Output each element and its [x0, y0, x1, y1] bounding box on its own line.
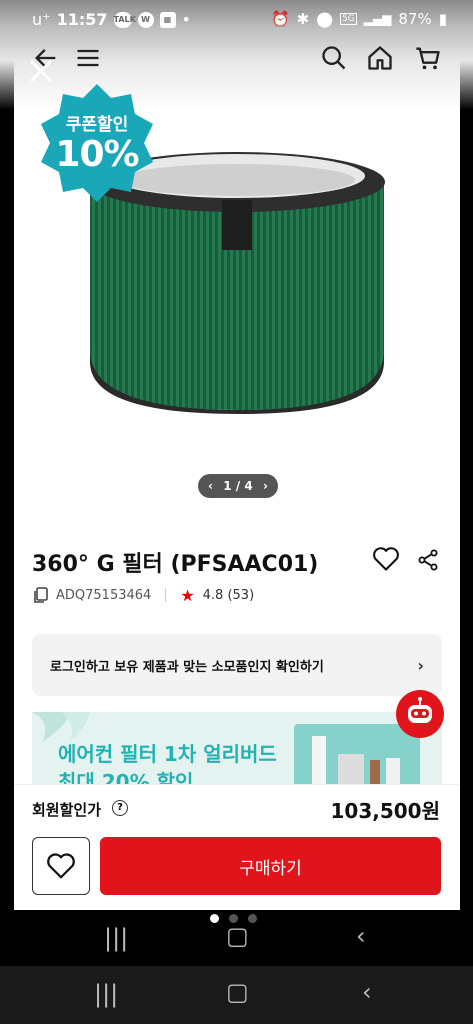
- promo-banner-line1: 에어컨 필터 1차 얼리버드: [58, 742, 277, 766]
- promo-banner[interactable]: 에어컨 필터 1차 얼리버드 최대 20% 할인: [32, 712, 442, 792]
- meta-divider: [165, 588, 167, 602]
- wishlist-heart-icon[interactable]: [372, 546, 400, 572]
- gallery-pager[interactable]: ‹ 1 / 4 ›: [198, 474, 278, 498]
- back-nav-icon[interactable]: ‹: [356, 922, 366, 950]
- purchase-bar: 회원할인가 ? 103,500원 구매하기: [14, 784, 460, 910]
- recents-icon[interactable]: |||: [104, 924, 128, 952]
- buy-button[interactable]: 구매하기: [100, 837, 441, 895]
- coupon-badge-label: 쿠폰할인: [65, 115, 129, 135]
- star-icon: ★: [180, 585, 195, 605]
- product-title: 360° G 필터 (PFSAAC01): [32, 552, 319, 577]
- help-icon[interactable]: ?: [112, 800, 128, 816]
- back-nav-icon[interactable]: ‹: [362, 978, 372, 1006]
- network-type: 5G: [340, 13, 357, 25]
- login-check-compatibility[interactable]: 로그인하고 보유 제품과 맞는 소모품인지 확인하기 ›: [32, 634, 442, 696]
- close-icon[interactable]: [26, 56, 56, 86]
- battery-percent: 87%: [398, 10, 432, 28]
- alarm-icon: ⏰: [270, 10, 290, 28]
- page-indicator: [210, 914, 257, 923]
- w-notification-icon: W: [137, 11, 154, 28]
- share-icon[interactable]: [416, 548, 440, 572]
- page-dot-active: [210, 914, 219, 923]
- carrier-label: u⁺: [32, 10, 51, 29]
- coupon-badge: 쿠폰할인 10%: [38, 84, 156, 202]
- more-notifications-icon: •: [181, 10, 191, 29]
- home-icon[interactable]: [366, 44, 394, 72]
- chevron-right-icon[interactable]: ›: [263, 479, 268, 493]
- signal-icon: ▂▄▆: [363, 12, 392, 26]
- bluetooth-icon: ✱: [296, 10, 310, 28]
- page-dot: [229, 914, 238, 923]
- cart-icon[interactable]: [414, 44, 442, 72]
- heart-icon: [47, 853, 75, 879]
- system-nav-bar: ||| ▢ ‹: [0, 966, 473, 1024]
- product-rating[interactable]: 4.8 (53): [203, 588, 255, 603]
- app-notification-icon: ▦: [159, 11, 176, 28]
- robot-icon: [408, 697, 432, 723]
- location-icon: ⬤: [316, 10, 333, 28]
- member-price-label: 회원할인가: [32, 801, 102, 819]
- recents-icon[interactable]: |||: [94, 980, 118, 1008]
- battery-icon: ▮: [438, 10, 447, 28]
- pager-text: 1 / 4: [223, 479, 253, 493]
- product-meta: ADQ75153464 ★ 4.8 (53): [32, 585, 254, 605]
- member-price: 103,500원: [330, 799, 441, 823]
- chevron-right-icon: ›: [417, 655, 424, 675]
- home-nav-icon[interactable]: ▢: [226, 922, 249, 950]
- menu-icon[interactable]: [74, 44, 102, 72]
- chatbot-button[interactable]: [396, 690, 444, 738]
- clock: 11:57: [56, 10, 108, 29]
- coupon-badge-percent: 10%: [55, 134, 139, 175]
- product-page: 쿠폰할인 10% ‹ 1 / 4 › 360° G 필터 (PFSAAC01) …: [14, 0, 460, 910]
- chevron-left-icon[interactable]: ‹: [208, 479, 213, 493]
- search-icon[interactable]: [320, 44, 348, 72]
- status-bar: u⁺ 11:57 TALK W ▦ • ⏰ ✱ ⬤ 5G ▂▄▆ 87% ▮: [0, 0, 473, 40]
- wishlist-button[interactable]: [32, 837, 90, 895]
- copy-icon[interactable]: [32, 586, 50, 604]
- home-nav-icon[interactable]: ▢: [226, 978, 249, 1006]
- product-sku: ADQ75153464: [56, 587, 152, 603]
- talk-notification-icon: TALK: [113, 11, 136, 28]
- app-header: [0, 44, 473, 74]
- page-dot: [248, 914, 257, 923]
- login-check-text: 로그인하고 보유 제품과 맞는 소모품인지 확인하기: [50, 659, 324, 675]
